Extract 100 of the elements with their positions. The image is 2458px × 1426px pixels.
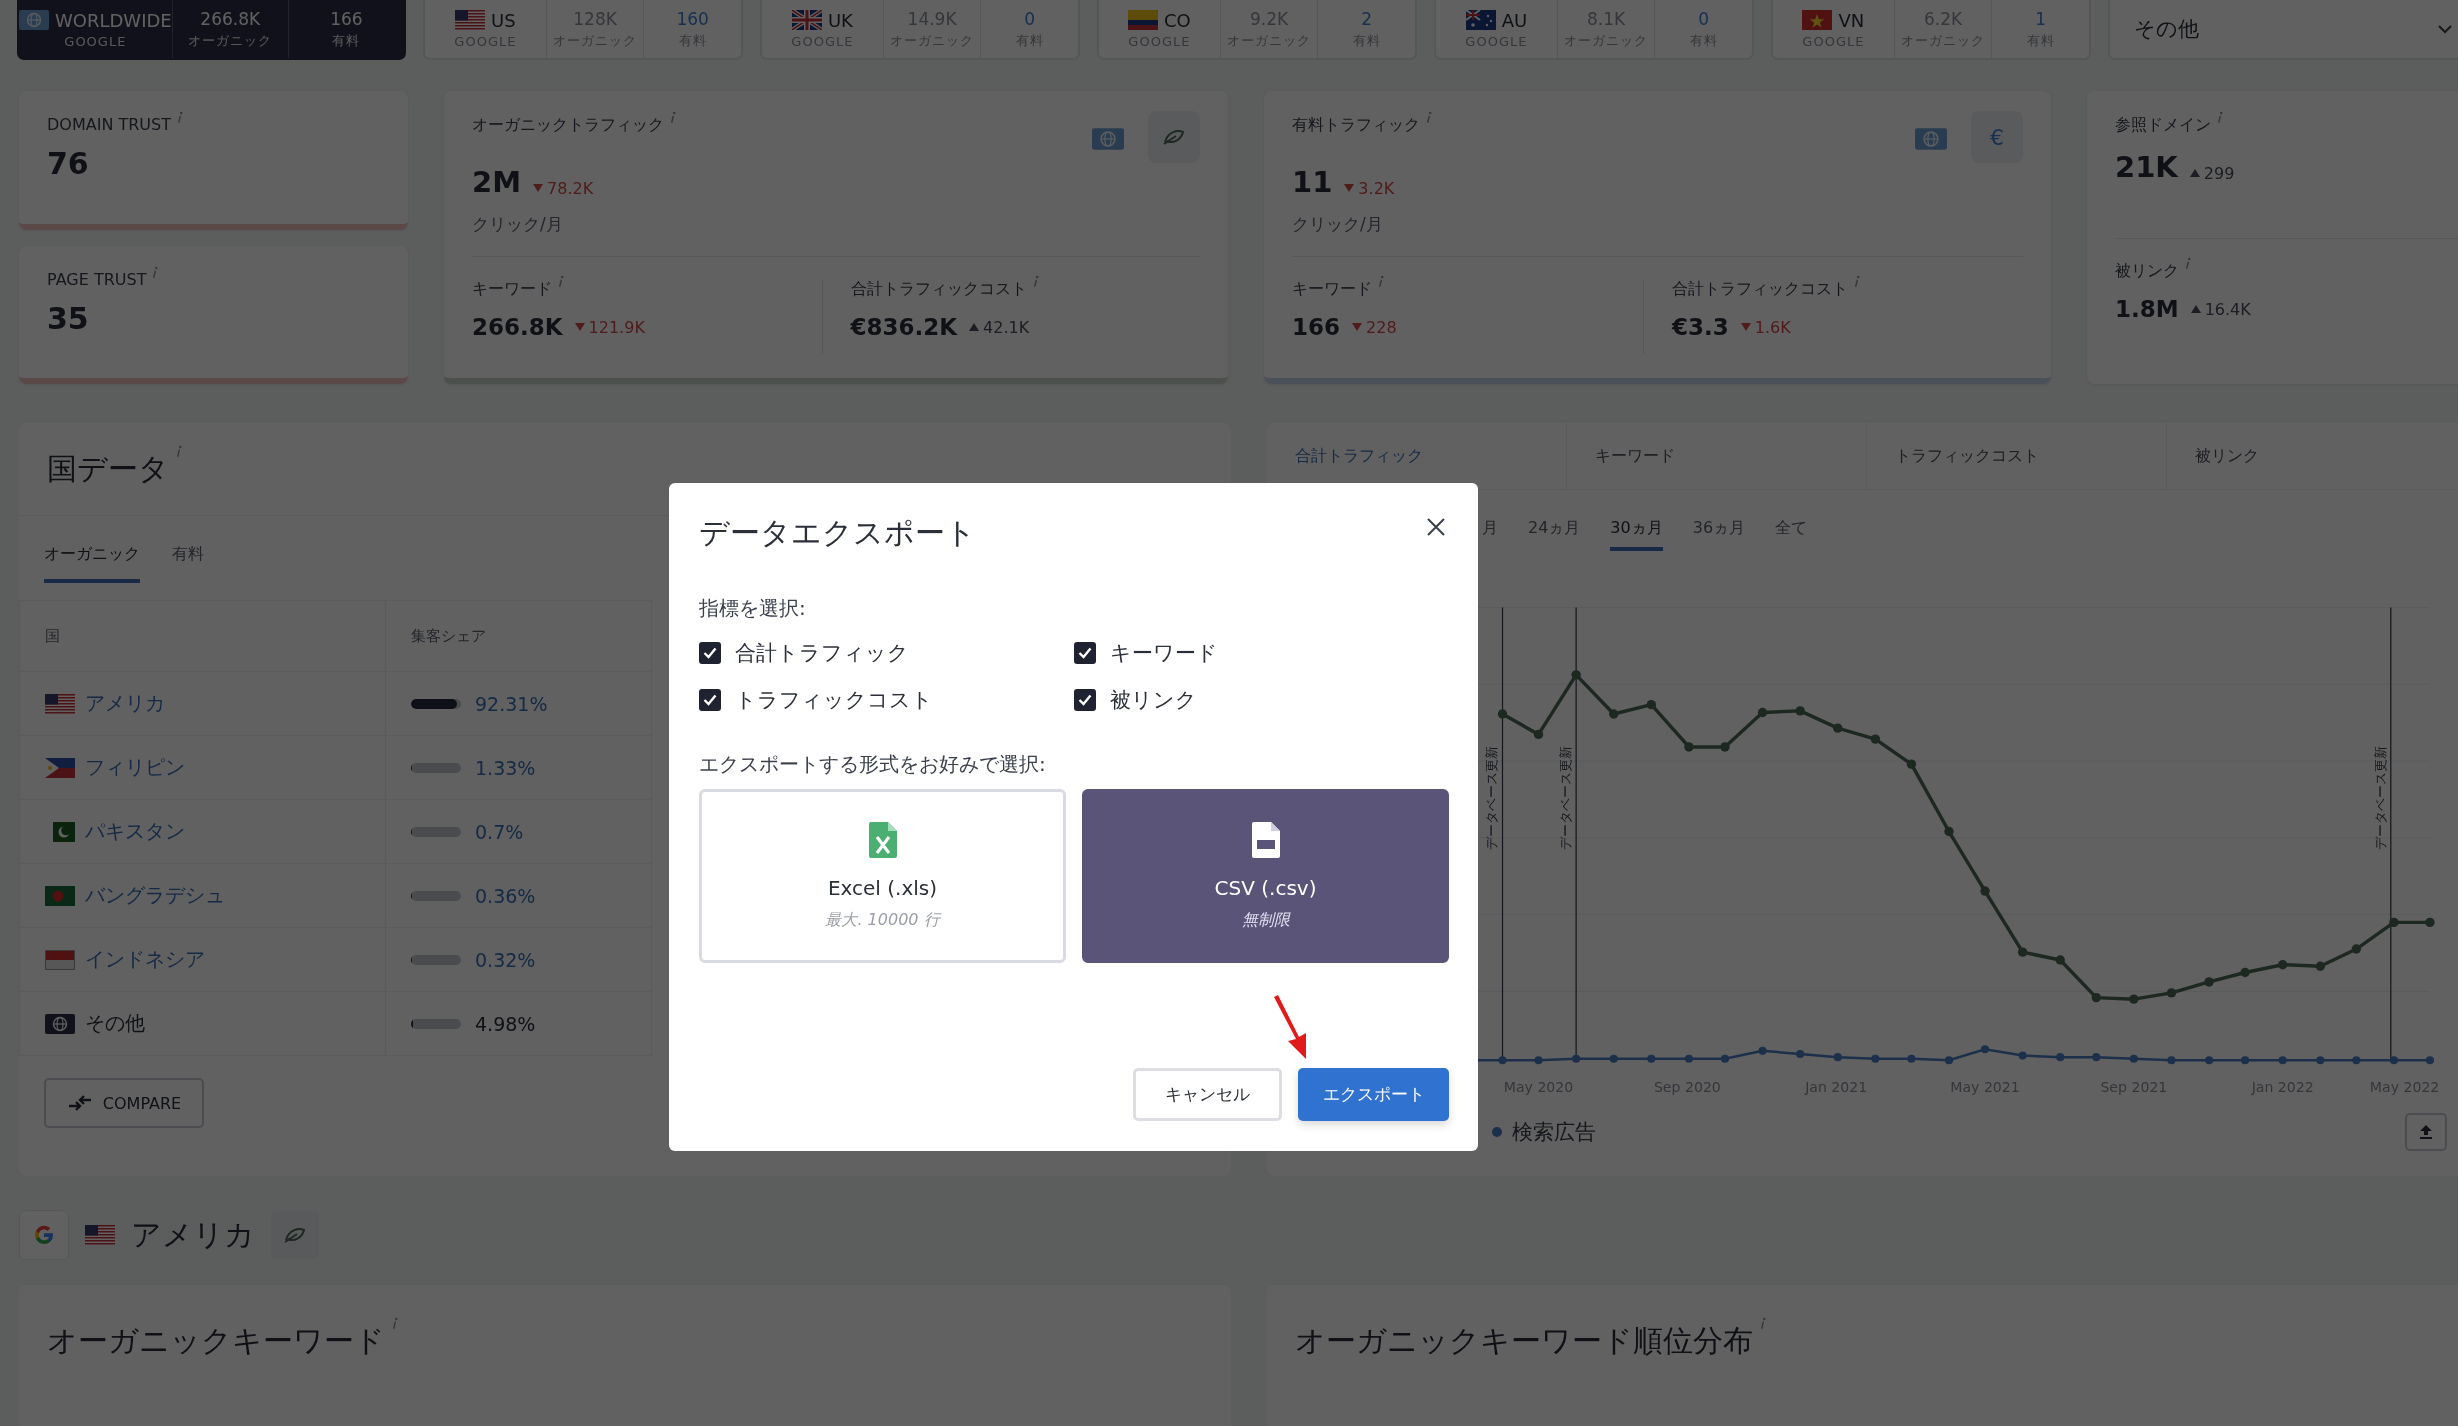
globe-icon[interactable] <box>1915 127 1947 151</box>
checkbox[interactable] <box>1074 689 1096 711</box>
checkbox[interactable] <box>699 642 721 664</box>
globe-icon <box>19 10 49 30</box>
section-title: オーガニックキーワード順位分布 <box>1295 1322 1753 1360</box>
info-icon[interactable] <box>1031 275 1039 288</box>
checkbox[interactable] <box>1074 642 1096 664</box>
change-value: 228 <box>1366 317 1397 337</box>
format-name: CSV (.csv) <box>1214 875 1317 900</box>
country-name[interactable]: フィリピン <box>85 754 185 781</box>
up-triangle-icon <box>969 323 980 331</box>
info-icon[interactable] <box>175 111 183 124</box>
share-value: 0.32% <box>475 948 536 971</box>
globe-icon[interactable] <box>1092 127 1124 151</box>
info-icon[interactable] <box>1853 275 1860 288</box>
location-name: アメリカ <box>131 1215 255 1254</box>
paid-count: 166 <box>330 8 363 29</box>
up-triangle-icon <box>2189 169 2200 177</box>
period-tab[interactable]: 全て <box>1775 507 1808 551</box>
format-name: Excel (.xls) <box>827 875 938 900</box>
change-value: 42.1K <box>983 317 1030 337</box>
country-name[interactable]: アメリカ <box>85 690 165 717</box>
country-code: UK <box>827 9 853 31</box>
paid-count: 1 <box>2035 8 2047 29</box>
info-icon[interactable] <box>2184 257 2191 270</box>
share-bar <box>411 698 461 709</box>
traffic-type-tab[interactable]: 有料 <box>172 544 204 583</box>
change-value: 1.6K <box>1754 317 1791 337</box>
traffic-type-tab[interactable]: オーガニック <box>44 544 140 583</box>
info-icon[interactable] <box>151 265 159 279</box>
checkbox[interactable] <box>699 689 721 711</box>
share-value: 1.33% <box>475 756 536 779</box>
country-name[interactable]: インドネシア <box>85 946 205 973</box>
id-flag-icon <box>45 949 75 970</box>
share-bar <box>411 890 461 901</box>
engine-label: GOOGLE <box>64 33 127 49</box>
country-code: WORLDWIDE <box>55 9 172 31</box>
checkbox-label[interactable]: トラフィックコスト <box>735 686 933 714</box>
bd-flag-icon <box>45 885 75 906</box>
info-icon[interactable] <box>557 275 564 288</box>
metric-label: 合計トラフィックコスト <box>850 279 1027 300</box>
change-value: 3.2K <box>1358 178 1395 198</box>
period-tab[interactable]: 30ヵ月 <box>1610 507 1663 551</box>
globe-icon <box>45 1013 75 1034</box>
info-icon[interactable] <box>175 445 182 458</box>
change-value: 78.2K <box>547 178 594 198</box>
metric-value: 35 <box>47 300 90 336</box>
info-icon[interactable] <box>1377 275 1384 288</box>
currency-toggle[interactable]: € <box>1971 111 2023 163</box>
card-title: 有料トラフィック <box>1292 115 1420 136</box>
info-icon[interactable] <box>1425 111 1432 124</box>
share-value: 0.7% <box>475 820 524 843</box>
country-code: AU <box>1501 9 1528 31</box>
metric-value: 76 <box>47 146 90 181</box>
vn-flag-icon <box>1802 10 1833 30</box>
checkbox-label[interactable]: 合計トラフィック <box>735 639 909 667</box>
metric-value: 166 <box>1292 314 1340 340</box>
metric-tab[interactable]: キーワード <box>1567 423 1867 489</box>
export-button[interactable]: エクスポート <box>1298 1068 1449 1121</box>
metric-tab[interactable]: トラフィックコスト <box>1867 423 2167 489</box>
country-code: US <box>491 9 516 31</box>
country-name[interactable]: パキスタン <box>85 818 185 845</box>
chevron-down-icon <box>2438 24 2452 34</box>
info-icon[interactable] <box>669 111 676 124</box>
period-tab[interactable]: 月 <box>1482 507 1498 551</box>
info-icon[interactable] <box>1759 1317 1766 1330</box>
card-title: オーガニックトラフィック <box>472 115 664 136</box>
period-tab[interactable]: 24ヵ月 <box>1528 507 1581 551</box>
period-tab[interactable]: 36ヵ月 <box>1692 507 1746 551</box>
share-bar <box>411 1018 461 1029</box>
change-value: 16.4K <box>2204 299 2251 319</box>
organic-toggle[interactable] <box>1148 111 1200 163</box>
paid-count: 160 <box>676 8 709 29</box>
format-note: 無制限 <box>1241 909 1290 931</box>
section-label: 指標を選択: <box>699 595 807 622</box>
legend-label[interactable]: 検索広告 <box>1512 1118 1596 1146</box>
checkbox-label[interactable]: キーワード <box>1110 639 1218 667</box>
country-name[interactable]: バングラデシュ <box>85 882 225 909</box>
metric-value: 21K <box>2115 150 2178 184</box>
format-option[interactable]: Excel (.xls) 最大. 10000 行 <box>699 789 1066 963</box>
check-icon <box>703 694 717 706</box>
compare-button[interactable]: COMPARE <box>44 1078 204 1128</box>
metric-tab[interactable]: 被リンク <box>2167 423 2458 489</box>
us-flag-icon <box>45 693 75 714</box>
info-icon[interactable] <box>2216 111 2223 124</box>
metric-label: PAGE TRUST <box>47 269 147 289</box>
organic-count: 266.8K <box>200 8 261 29</box>
card-title: 参照ドメイン <box>2115 115 2211 136</box>
ph-flag-icon <box>45 757 75 778</box>
export-icon[interactable] <box>2405 1113 2447 1151</box>
column-header: 国 <box>19 600 386 672</box>
info-icon[interactable] <box>391 1317 398 1330</box>
more-countries-dropdown[interactable]: その他 <box>2108 0 2458 60</box>
metric-value: €3.3 <box>1672 314 1729 340</box>
dialog-title: データエクスポート <box>699 514 976 552</box>
down-triangle-icon <box>574 323 585 331</box>
checkbox-label[interactable]: 被リンク <box>1110 686 1197 714</box>
share-value: 92.31% <box>475 692 548 715</box>
cancel-button[interactable]: キャンセル <box>1133 1068 1282 1121</box>
format-option[interactable]: CSV (.csv) 無制限 <box>1082 789 1449 963</box>
